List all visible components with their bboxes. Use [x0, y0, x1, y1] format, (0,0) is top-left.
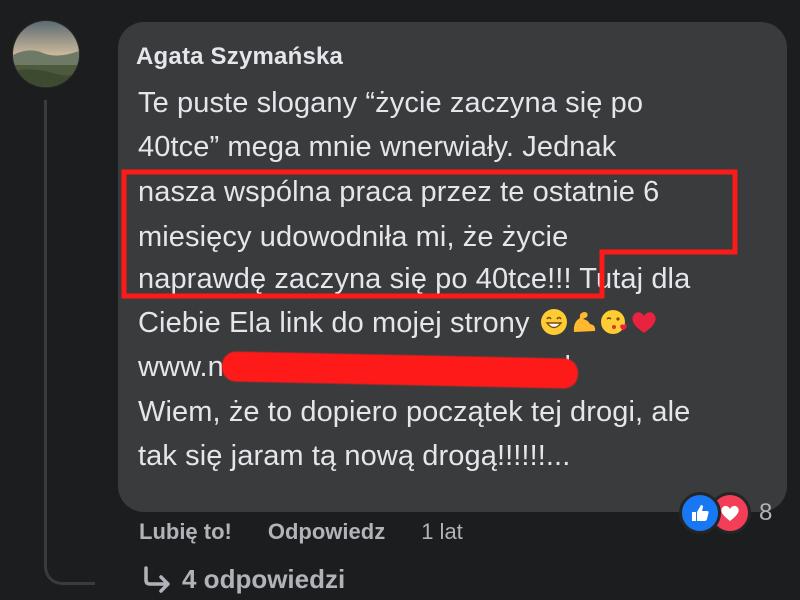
- comment-thread: Agata Szymańska Te puste slogany “życie …: [0, 0, 800, 600]
- comment-text-line: miesięcy udowodniła mi, że życie: [138, 221, 569, 253]
- flexed-biceps-icon: [570, 308, 598, 336]
- comment-text-line: naprawdę zaczyna się po 40tce!!! Tutaj d…: [138, 263, 690, 296]
- reaction-summary[interactable]: 8: [679, 492, 773, 534]
- reply-button[interactable]: Odpowiedz: [268, 519, 385, 545]
- like-button[interactable]: Lubię to!: [139, 519, 232, 545]
- reaction-count: 8: [759, 499, 773, 526]
- link-text-start[interactable]: www.n: [138, 351, 224, 383]
- comment-text-fragment: Ciebie Ela link do mojej strony: [138, 307, 530, 339]
- view-replies-link[interactable]: 4 odpowiedzi: [142, 564, 345, 595]
- comment-text-line: Wiem, że to dopiero początek tej drogi, …: [138, 396, 691, 428]
- grinning-face-icon: [540, 308, 568, 336]
- comment-text-line: 40tce” mega mnie wnerwiały. Jednak: [138, 131, 617, 163]
- replies-count-label: 4 odpowiedzi: [182, 564, 346, 594]
- highlighted-text: naprawdę zaczyna się po 40tce!!!: [138, 263, 572, 295]
- red-heart-icon: [630, 308, 658, 336]
- like-icon: [679, 492, 721, 534]
- face-blowing-kiss-icon: [600, 308, 628, 336]
- comment-timestamp[interactable]: 1 lat: [421, 519, 463, 545]
- comment-text-line: Te puste slogany “życie zaczyna się po: [138, 87, 644, 119]
- comment-author[interactable]: Agata Szymańska: [136, 43, 343, 71]
- thread-connector-line: [44, 100, 95, 585]
- comment-text-line: nasza wspólna praca przez te ostatnie 6: [138, 176, 660, 208]
- comment-actions: Lubię to! Odpowiedz 1 lat: [139, 519, 463, 545]
- comment-text-line: Ciebie Ela link do mojej strony: [138, 307, 658, 340]
- avatar[interactable]: [12, 20, 80, 88]
- comment-text-line: tak się jaram tą nową drogą!!!!!!...: [138, 440, 571, 472]
- comment-text-fragment: Tutaj dla: [571, 263, 691, 295]
- reply-arrow-icon: [144, 565, 170, 593]
